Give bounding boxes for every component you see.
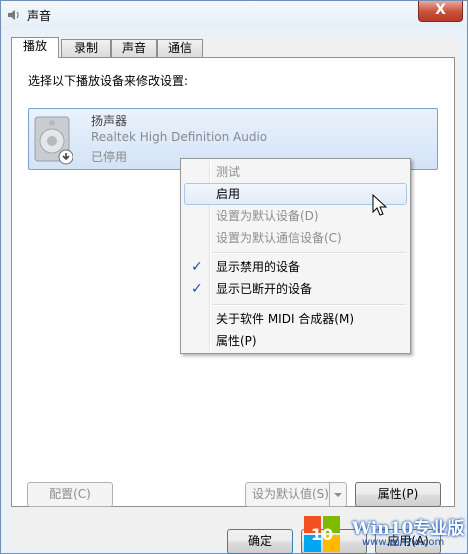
menu-item-show-disabled[interactable]: ✓ 显示禁用的设备 xyxy=(184,256,407,278)
set-default-button[interactable]: 设为默认值(S) xyxy=(245,482,347,507)
window-title: 声音 xyxy=(27,9,52,23)
menu-item-label: 设置为默认通信设备(C) xyxy=(216,231,342,245)
windows-logo-icon: 10 xyxy=(304,516,340,552)
menu-item-set-default-comm-device[interactable]: 设置为默认通信设备(C) xyxy=(184,227,407,249)
logo-digits: 10 xyxy=(311,525,333,544)
checkmark-icon: ✓ xyxy=(191,259,203,275)
speaker-title-icon xyxy=(8,10,19,20)
menu-item-label: 显示已断开的设备 xyxy=(216,282,313,296)
menu-item-label: 启用 xyxy=(216,187,241,201)
speaker-device-icon xyxy=(34,116,73,165)
device-driver: Realtek High Definition Audio xyxy=(91,130,268,144)
set-default-label: 设为默认值(S) xyxy=(252,487,329,501)
checkmark-icon: ✓ xyxy=(191,281,203,297)
menu-item-properties[interactable]: 属性(P) xyxy=(184,330,407,352)
dropdown-arrow-icon[interactable] xyxy=(329,483,346,506)
tab-playback[interactable]: 播放 xyxy=(11,37,59,58)
menu-item-show-disconnected[interactable]: ✓ 显示已断开的设备 xyxy=(184,278,407,300)
instruction-text: 选择以下播放设备来修改设置: xyxy=(28,74,189,88)
menu-item-label: 显示禁用的设备 xyxy=(216,260,301,274)
properties-button[interactable]: 属性(P) xyxy=(355,482,441,507)
watermark-url: www.win7w.com xyxy=(362,537,445,548)
tab-bar: 播放 录制 声音 通信 xyxy=(9,37,459,58)
device-status: 已停用 xyxy=(91,150,128,164)
menu-separator xyxy=(212,252,406,254)
tab-sounds[interactable]: 声音 xyxy=(111,39,157,57)
menu-item-label: 属性(P) xyxy=(216,334,257,348)
menu-item-about-midi[interactable]: 关于软件 MIDI 合成器(M) xyxy=(184,308,407,330)
context-menu: 测试 启用 设置为默认设备(D) 设置为默认通信设备(C) ✓ 显示禁用的设备 … xyxy=(180,158,411,354)
menu-item-label: 测试 xyxy=(216,165,241,179)
configure-button[interactable]: 配置(C) xyxy=(27,482,113,507)
watermark-title: Win10专业版 xyxy=(352,519,465,539)
menu-item-label: 关于软件 MIDI 合成器(M) xyxy=(216,312,355,326)
menu-item-test[interactable]: 测试 xyxy=(184,161,407,183)
watermark: 10 Win10专业版 www.win7w.com xyxy=(300,510,468,554)
menu-separator xyxy=(212,304,406,306)
mouse-pointer-icon xyxy=(372,194,388,216)
menu-item-label: 设置为默认设备(D) xyxy=(216,209,319,223)
close-button[interactable]: X xyxy=(418,1,463,22)
tab-communications[interactable]: 通信 xyxy=(157,39,203,57)
tab-recording[interactable]: 录制 xyxy=(61,39,111,57)
device-name: 扬声器 xyxy=(91,114,128,128)
ok-button[interactable]: 确定 xyxy=(227,529,293,554)
title-bar[interactable]: 声音 X xyxy=(1,1,467,29)
